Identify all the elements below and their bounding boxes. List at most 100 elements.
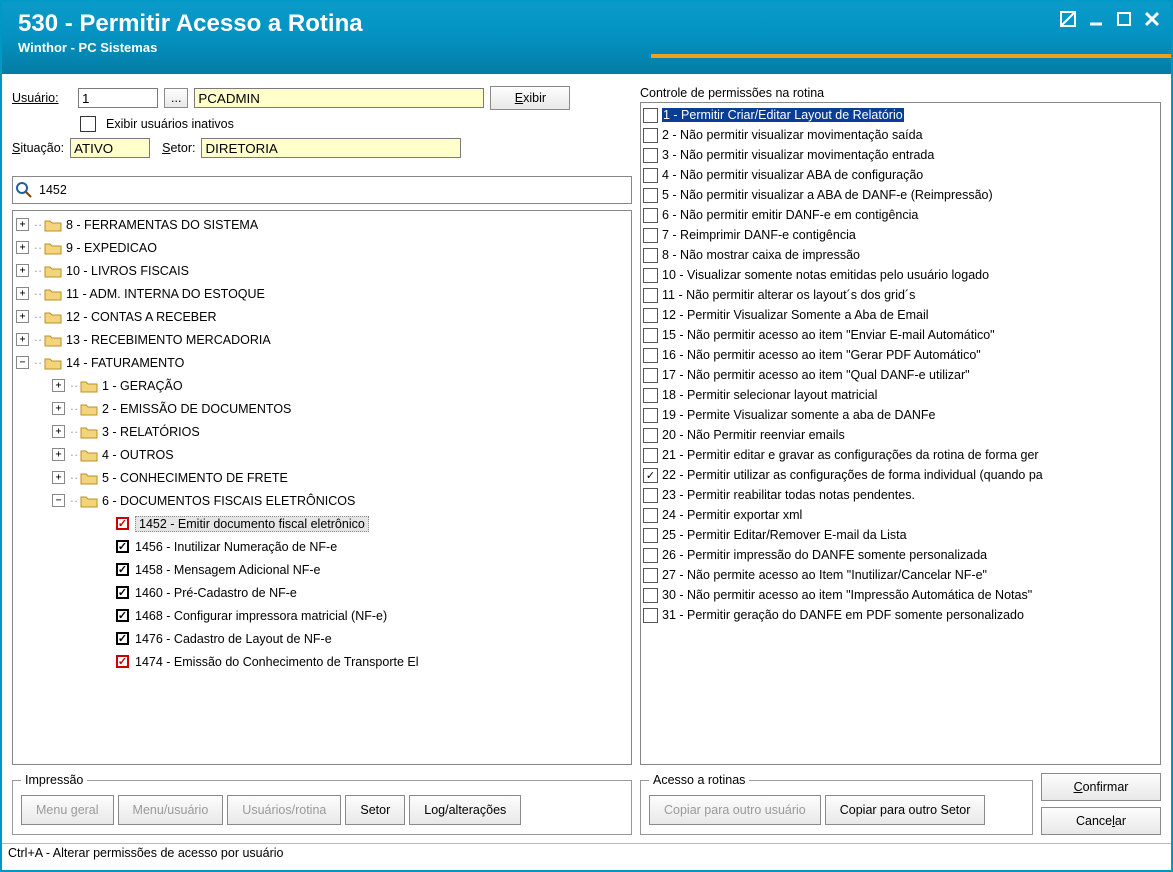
routine-checkbox[interactable]: ✓ bbox=[116, 563, 129, 576]
permission-item[interactable]: 16 - Não permitir acesso ao item "Gerar … bbox=[643, 345, 1158, 365]
expand-icon[interactable]: − bbox=[16, 356, 29, 369]
tree-folder[interactable]: +··10 - LIVROS FISCAIS bbox=[13, 259, 631, 282]
routine-checkbox[interactable]: ✓ bbox=[116, 609, 129, 622]
permission-checkbox[interactable] bbox=[643, 188, 658, 203]
permission-checkbox[interactable] bbox=[643, 408, 658, 423]
permission-item[interactable]: 7 - Reimprimir DANF-e contigência bbox=[643, 225, 1158, 245]
expand-icon[interactable]: + bbox=[16, 287, 29, 300]
permission-checkbox[interactable] bbox=[643, 388, 658, 403]
permission-item[interactable]: 1 - Permitir Criar/Editar Layout de Rela… bbox=[643, 105, 1158, 125]
tree-folder[interactable]: +··12 - CONTAS A RECEBER bbox=[13, 305, 631, 328]
permission-checkbox[interactable] bbox=[643, 568, 658, 583]
expand-icon[interactable]: + bbox=[16, 264, 29, 277]
permission-item[interactable]: 2 - Não permitir visualizar movimentação… bbox=[643, 125, 1158, 145]
permission-checkbox[interactable] bbox=[643, 588, 658, 603]
permission-checkbox[interactable] bbox=[643, 448, 658, 463]
tree-leaf[interactable]: ✓1468 - Configurar impressora matricial … bbox=[13, 604, 631, 627]
routine-checkbox[interactable]: ✓ bbox=[116, 655, 129, 668]
permission-checkbox[interactable] bbox=[643, 308, 658, 323]
permission-checkbox[interactable] bbox=[643, 268, 658, 283]
permission-checkbox[interactable] bbox=[643, 368, 658, 383]
permission-checkbox[interactable] bbox=[643, 348, 658, 363]
permission-checkbox[interactable] bbox=[643, 108, 658, 123]
expand-icon[interactable]: + bbox=[52, 379, 65, 392]
permission-item[interactable]: 10 - Visualizar somente notas emitidas p… bbox=[643, 265, 1158, 285]
expand-icon[interactable]: + bbox=[52, 425, 65, 438]
close-icon[interactable] bbox=[1143, 10, 1161, 28]
tree-folder[interactable]: −··6 - DOCUMENTOS FISCAIS ELETRÔNICOS bbox=[13, 489, 631, 512]
permission-item[interactable]: 21 - Permitir editar e gravar as configu… bbox=[643, 445, 1158, 465]
permission-checkbox[interactable] bbox=[643, 608, 658, 623]
tree-leaf[interactable]: ✓1474 - Emissão do Conhecimento de Trans… bbox=[13, 650, 631, 673]
permission-item[interactable]: 26 - Permitir impressão do DANFE somente… bbox=[643, 545, 1158, 565]
permission-item[interactable]: 8 - Não mostrar caixa de impressão bbox=[643, 245, 1158, 265]
permission-item[interactable]: ✓22 - Permitir utilizar as configurações… bbox=[643, 465, 1158, 485]
permission-item[interactable]: 5 - Não permitir visualizar a ABA de DAN… bbox=[643, 185, 1158, 205]
user-lookup-button[interactable]: ... bbox=[164, 88, 188, 108]
expand-icon[interactable]: + bbox=[52, 471, 65, 484]
tree-leaf[interactable]: ✓1460 - Pré-Cadastro de NF-e bbox=[13, 581, 631, 604]
acesso-button[interactable]: Copiar para outro Setor bbox=[825, 795, 986, 825]
permission-checkbox[interactable] bbox=[643, 328, 658, 343]
tree-folder[interactable]: −··14 - FATURAMENTO bbox=[13, 351, 631, 374]
permission-item[interactable]: 24 - Permitir exportar xml bbox=[643, 505, 1158, 525]
permission-checkbox[interactable] bbox=[643, 228, 658, 243]
permission-checkbox[interactable] bbox=[643, 428, 658, 443]
permission-checkbox[interactable] bbox=[643, 128, 658, 143]
permission-checkbox[interactable] bbox=[643, 168, 658, 183]
permission-item[interactable]: 3 - Não permitir visualizar movimentação… bbox=[643, 145, 1158, 165]
inactive-users-checkbox[interactable] bbox=[80, 116, 96, 132]
permission-checkbox[interactable] bbox=[643, 508, 658, 523]
permission-checkbox[interactable] bbox=[643, 488, 658, 503]
expand-icon[interactable]: + bbox=[16, 218, 29, 231]
tree-folder[interactable]: +··5 - CONHECIMENTO DE FRETE bbox=[13, 466, 631, 489]
expand-icon[interactable]: + bbox=[16, 241, 29, 254]
help-icon[interactable] bbox=[1059, 10, 1077, 28]
permission-item[interactable]: 15 - Não permitir acesso ao item "Enviar… bbox=[643, 325, 1158, 345]
tree-leaf[interactable]: ✓1456 - Inutilizar Numeração de NF-e bbox=[13, 535, 631, 558]
permission-item[interactable]: 23 - Permitir reabilitar todas notas pen… bbox=[643, 485, 1158, 505]
maximize-icon[interactable] bbox=[1115, 10, 1133, 28]
permission-checkbox[interactable] bbox=[643, 208, 658, 223]
permission-item[interactable]: 20 - Não Permitir reenviar emails bbox=[643, 425, 1158, 445]
tree-leaf[interactable]: ✓1458 - Mensagem Adicional NF-e bbox=[13, 558, 631, 581]
permission-item[interactable]: 4 - Não permitir visualizar ABA de confi… bbox=[643, 165, 1158, 185]
permission-item[interactable]: 31 - Permitir geração do DANFE em PDF so… bbox=[643, 605, 1158, 625]
impressao-button[interactable]: Log/alterações bbox=[409, 795, 521, 825]
tree-folder[interactable]: +··2 - EMISSÃO DE DOCUMENTOS bbox=[13, 397, 631, 420]
tree-folder[interactable]: +··1 - GERAÇÃO bbox=[13, 374, 631, 397]
permission-item[interactable]: 27 - Não permite acesso ao Item "Inutili… bbox=[643, 565, 1158, 585]
tree-folder[interactable]: +··11 - ADM. INTERNA DO ESTOQUE bbox=[13, 282, 631, 305]
permission-item[interactable]: 18 - Permitir selecionar layout matricia… bbox=[643, 385, 1158, 405]
expand-icon[interactable]: + bbox=[52, 448, 65, 461]
routine-checkbox[interactable]: ✓ bbox=[116, 517, 129, 530]
tree-folder[interactable]: +··3 - RELATÓRIOS bbox=[13, 420, 631, 443]
tree-folder[interactable]: +··4 - OUTROS bbox=[13, 443, 631, 466]
impressao-button[interactable]: Setor bbox=[345, 795, 405, 825]
permission-checkbox[interactable] bbox=[643, 528, 658, 543]
permission-checkbox[interactable] bbox=[643, 148, 658, 163]
permission-checkbox[interactable] bbox=[643, 248, 658, 263]
routine-checkbox[interactable]: ✓ bbox=[116, 540, 129, 553]
expand-icon[interactable]: − bbox=[52, 494, 65, 507]
routine-checkbox[interactable]: ✓ bbox=[116, 632, 129, 645]
expand-icon[interactable]: + bbox=[52, 402, 65, 415]
permission-item[interactable]: 30 - Não permitir acesso ao item "Impres… bbox=[643, 585, 1158, 605]
permission-item[interactable]: 25 - Permitir Editar/Remover E-mail da L… bbox=[643, 525, 1158, 545]
permission-item[interactable]: 17 - Não permitir acesso ao item "Qual D… bbox=[643, 365, 1158, 385]
permissions-list[interactable]: 1 - Permitir Criar/Editar Layout de Rela… bbox=[640, 102, 1161, 765]
show-button[interactable]: EExibirxibir bbox=[490, 86, 570, 110]
search-input[interactable] bbox=[35, 179, 631, 201]
confirm-button[interactable]: Confirmar bbox=[1041, 773, 1161, 801]
cancel-button[interactable]: Cancelar bbox=[1041, 807, 1161, 835]
routine-checkbox[interactable]: ✓ bbox=[116, 586, 129, 599]
permission-item[interactable]: 12 - Permitir Visualizar Somente a Aba d… bbox=[643, 305, 1158, 325]
user-id-input[interactable] bbox=[78, 88, 158, 108]
tree-folder[interactable]: +··9 - EXPEDICAO bbox=[13, 236, 631, 259]
permission-checkbox[interactable] bbox=[643, 288, 658, 303]
permission-item[interactable]: 19 - Permite Visualizar somente a aba de… bbox=[643, 405, 1158, 425]
permission-checkbox[interactable] bbox=[643, 548, 658, 563]
permission-item[interactable]: 6 - Não permitir emitir DANF-e em contig… bbox=[643, 205, 1158, 225]
tree-leaf[interactable]: ✓1476 - Cadastro de Layout de NF-e bbox=[13, 627, 631, 650]
tree-folder[interactable]: +··13 - RECEBIMENTO MERCADORIA bbox=[13, 328, 631, 351]
